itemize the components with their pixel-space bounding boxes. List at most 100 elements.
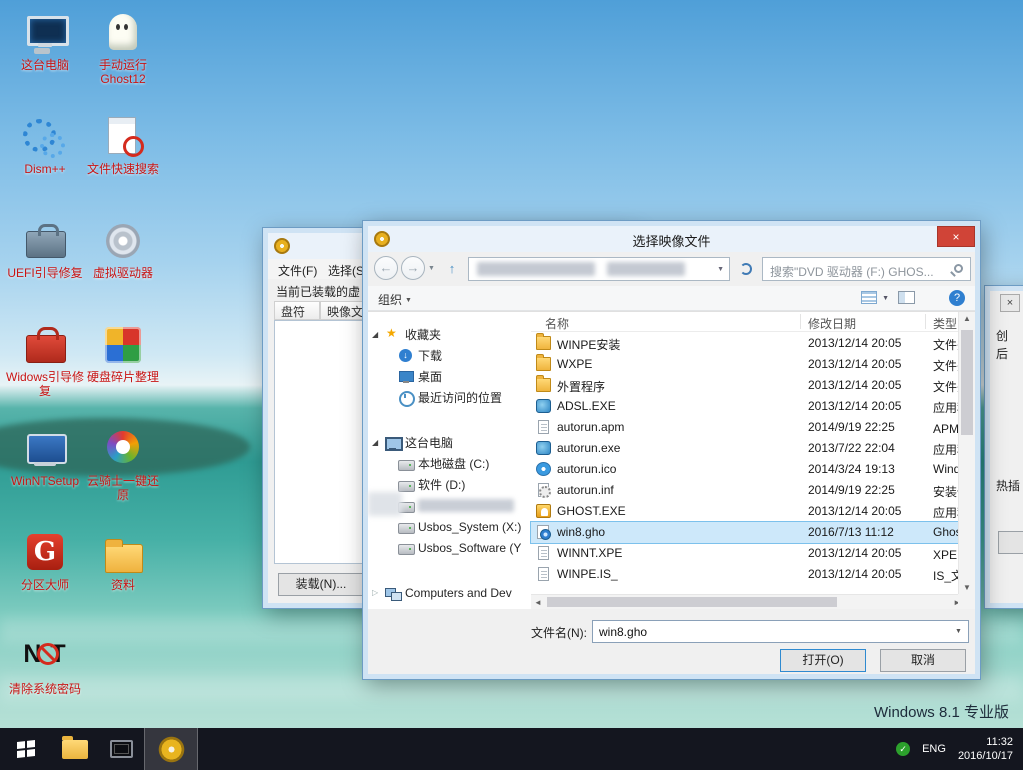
file-row-winpe-is[interactable]: WINPE.IS_2013/12/14 20:05IS_文	[531, 564, 964, 585]
filename-combobox[interactable]: win8.gho ▼	[592, 620, 969, 643]
command-bar: 组织▼ ▼ ?	[368, 286, 975, 311]
preview-pane-button[interactable]	[898, 291, 915, 304]
desktop-icon-ghost12[interactable]: 手动运行 Ghost12	[84, 10, 162, 87]
file-row-autorun-apm[interactable]: autorun.apm2014/9/19 22:25APM 文	[531, 417, 964, 438]
forward-button[interactable]: →	[401, 256, 425, 280]
desktop-icon-label: Widows引导修复	[6, 370, 84, 399]
tree-item-item[interactable]: 桌面	[368, 366, 526, 387]
desktop-icon-win-boot-fix[interactable]: Widows引导修复	[6, 322, 84, 399]
file-row-autorun-exe[interactable]: autorun.exe2013/7/22 22:04应用程	[531, 438, 964, 459]
ico-file-icon	[536, 462, 551, 476]
tree-item-computers-and-dev[interactable]: ▷Computers and Dev	[368, 582, 526, 603]
file-row-autorun-ico[interactable]: autorun.ico2014/3/24 19:13Windo	[531, 459, 964, 480]
scroll-down-icon[interactable]: ▼	[959, 583, 975, 592]
tray-status-icon[interactable]: ✓	[896, 742, 910, 756]
right-edge-window[interactable]: × 创 后 热插	[985, 286, 1023, 608]
open-button[interactable]: 打开(O)	[780, 649, 866, 672]
desktop-icon-label: 这台电脑	[6, 58, 84, 72]
file-row-ghost-exe[interactable]: GHOST.EXE2013/12/14 20:05应用程	[531, 501, 964, 522]
file-name: autorun.ico	[557, 462, 616, 476]
column-type[interactable]: 类型	[933, 315, 957, 332]
tree-item-item[interactable]: 最近访问的位置	[368, 387, 526, 408]
help-button[interactable]: ?	[949, 290, 965, 306]
combobox-caret-icon[interactable]: ▼	[949, 621, 968, 642]
menu-select[interactable]: 选择(S	[328, 262, 364, 279]
tree-item-label: Usbos_System (X:)	[418, 520, 521, 534]
desktop-icon-fenqu[interactable]: 分区大师	[6, 530, 84, 592]
column-drive-letter[interactable]: 盘符	[274, 301, 320, 320]
organize-button[interactable]: 组织▼	[378, 291, 412, 308]
file-name: autorun.exe	[557, 441, 620, 455]
close-icon[interactable]: ×	[1000, 294, 1020, 312]
desktop-icon-clear-pwd[interactable]: 清除系统密码	[6, 634, 84, 696]
tree-item-item[interactable]: ◢这台电脑	[368, 432, 526, 453]
navigation-bar: ← → ▼ ↑ ▼ 搜索"DVD 驱动器 (F:) GHOS...	[368, 256, 975, 282]
address-bar[interactable]: ▼	[468, 257, 730, 281]
dialog-titlebar[interactable]: 选择映像文件 ×	[368, 226, 975, 252]
file-row-wxpe[interactable]: WXPE2013/12/14 20:05文件夹	[531, 354, 964, 375]
desktop-icon-winntsetup[interactable]: WinNTSetup	[6, 426, 84, 488]
open-file-dialog[interactable]: 选择映像文件 × ← → ▼ ↑ ▼ 搜索"DVD 驱动器 (F:) GHOS.…	[363, 221, 980, 679]
column-date-modified[interactable]: 修改日期	[808, 315, 856, 332]
tree-item-usbos-software-y[interactable]: Usbos_Software (Y	[368, 537, 526, 558]
tree-expanded-icon[interactable]: ◢	[372, 330, 385, 339]
column-name[interactable]: 名称	[545, 315, 569, 332]
tree-item-item[interactable]: 下载	[368, 345, 526, 366]
menu-file[interactable]: 文件(F)	[278, 262, 317, 279]
taskbar-file-explorer[interactable]	[52, 728, 98, 770]
file-row-win8-gho[interactable]: win8.gho2016/7/13 11:12Ghost	[531, 522, 964, 543]
view-caret-icon[interactable]: ▼	[882, 295, 889, 302]
up-button[interactable]: ↑	[440, 258, 464, 280]
drive-icon	[398, 520, 414, 534]
taskbar-chip-app[interactable]	[98, 728, 144, 770]
recent-locations-caret-icon[interactable]: ▼	[428, 265, 435, 272]
scroll-up-icon[interactable]: ▲	[959, 314, 975, 323]
desktop-icon-file-search[interactable]: 文件快速搜索	[84, 114, 162, 176]
address-dropdown-caret-icon[interactable]: ▼	[717, 266, 724, 273]
mount-button[interactable]: 装载(N)...	[278, 573, 364, 596]
search-input[interactable]: 搜索"DVD 驱动器 (F:) GHOS...	[762, 257, 971, 281]
file-row-winpe[interactable]: WINPE安装2013/12/14 20:05文件夹	[531, 333, 964, 354]
back-button[interactable]: ←	[374, 256, 398, 280]
file-row-adsl-exe[interactable]: ADSL.EXE2013/12/14 20:05应用程	[531, 396, 964, 417]
desktop-icon-dism[interactable]: Dism++	[6, 114, 84, 176]
refresh-button[interactable]	[734, 257, 758, 281]
partial-button[interactable]	[998, 531, 1023, 554]
start-button[interactable]	[0, 728, 52, 770]
language-indicator[interactable]: ENG	[922, 743, 946, 755]
defrag-icon	[100, 322, 146, 368]
tree-item-label: 桌面	[418, 368, 442, 385]
filename-label: 文件名(N):	[531, 624, 587, 641]
tree-expanded-icon[interactable]: ◢	[372, 438, 385, 447]
tree-item-item[interactable]: ◢收藏夹	[368, 324, 526, 345]
desktop-icon-defrag[interactable]: 硬盘碎片整理	[84, 322, 162, 384]
tree-item-c[interactable]: 本地磁盘 (C:)	[368, 453, 526, 474]
close-button[interactable]: ×	[937, 226, 975, 247]
vertical-scrollbar[interactable]: ▲ ▼	[958, 312, 975, 594]
folder-tree: ◢收藏夹下载桌面最近访问的位置◢这台电脑本地磁盘 (C:)软件 (D:)Usbo…	[368, 312, 528, 609]
file-row-item[interactable]: 外置程序2013/12/14 20:05文件夹	[531, 375, 964, 396]
cancel-button[interactable]: 取消	[880, 649, 966, 672]
taskbar-clock[interactable]: 11:32 2016/10/17	[958, 735, 1013, 763]
horizontal-scrollbar[interactable]: ◄ ►	[531, 594, 964, 609]
chip-icon	[110, 740, 133, 758]
desktop-icon-ziliao[interactable]: 资料	[84, 530, 162, 592]
uefi-fix-icon	[22, 218, 68, 264]
scrollbar-thumb[interactable]	[961, 330, 973, 435]
desktop-icon-this-pc[interactable]: 这台电脑	[6, 10, 84, 72]
scrollbar-thumb[interactable]	[547, 597, 837, 607]
taskbar-active-app[interactable]	[144, 728, 198, 770]
tree-item-usbos-system-x[interactable]: Usbos_System (X:)	[368, 516, 526, 537]
desktop-icon-vdrive[interactable]: 虚拟驱动器	[84, 218, 162, 280]
scroll-left-icon[interactable]: ◄	[534, 598, 542, 607]
file-row-winnt-xpe[interactable]: WINNT.XPE2013/12/14 20:05XPE 文	[531, 543, 964, 564]
change-view-button[interactable]	[861, 291, 877, 304]
desktop-icon-yunqishi[interactable]: 云骑士一键还原	[84, 426, 162, 503]
tree-collapsed-icon[interactable]: ▷	[372, 588, 385, 597]
desktop-icon-uefi-fix[interactable]: UEFI引导修复	[6, 218, 84, 280]
desktop: 这台电脑手动运行 Ghost12Dism++文件快速搜索UEFI引导修复虚拟驱动…	[0, 0, 1023, 770]
desktop-icon-label: 硬盘碎片整理	[84, 370, 162, 384]
dialog-title: 选择映像文件	[368, 231, 975, 250]
file-row-autorun-inf[interactable]: autorun.inf2014/9/19 22:25安装信	[531, 480, 964, 501]
recent-icon	[398, 391, 414, 405]
